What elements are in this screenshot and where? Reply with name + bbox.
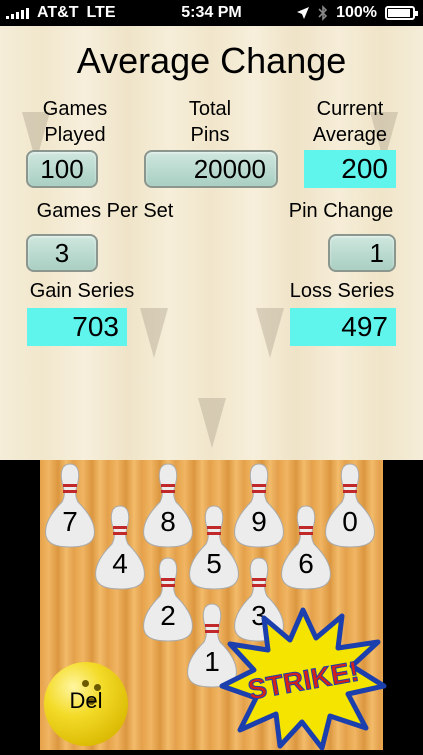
loss-series-result: 497 [290, 308, 396, 346]
strike-button[interactable]: STRIKE! [218, 604, 388, 751]
battery-fill [388, 9, 410, 17]
pin-change-label: Pin Change [288, 200, 394, 222]
games-played-field[interactable]: 100 [26, 150, 98, 188]
strike-burst-icon: STRIKE! [219, 607, 387, 751]
battery-percent: 100% [336, 4, 377, 21]
page-title: Average Change [76, 40, 347, 81]
pin-change-field[interactable]: 1 [328, 234, 396, 272]
loss-series-label: Loss Series [289, 280, 395, 302]
location-arrow-icon [297, 7, 310, 19]
total-pins-label: Total Pins [188, 98, 232, 146]
gain-series-result: 703 [27, 308, 127, 346]
games-per-set-label: Games Per Set [36, 200, 174, 222]
bluetooth-icon [318, 5, 328, 21]
games-per-set-field[interactable]: 3 [26, 234, 98, 272]
lane-arrow-decoration [198, 398, 226, 448]
total-pins-field[interactable]: 20000 [144, 150, 278, 188]
games-played-label: Games Played [42, 98, 108, 146]
current-average-label: Current Average [312, 98, 388, 146]
battery-icon [385, 6, 418, 20]
lane-arrow-decoration [256, 308, 284, 358]
lane-arrow-decoration [140, 308, 168, 358]
status-right: 100% [296, 4, 418, 22]
status-bar: AT&T LTE 5:34 PM 100% [0, 0, 423, 26]
current-average-result: 200 [304, 150, 396, 188]
del-label: Del [69, 688, 103, 713]
del-button[interactable]: Del [44, 662, 128, 746]
calculator-panel: Average Change Games Played Total Pins Cur… [0, 26, 423, 460]
gain-series-label: Gain Series [29, 280, 135, 302]
ball-hole [82, 680, 89, 687]
